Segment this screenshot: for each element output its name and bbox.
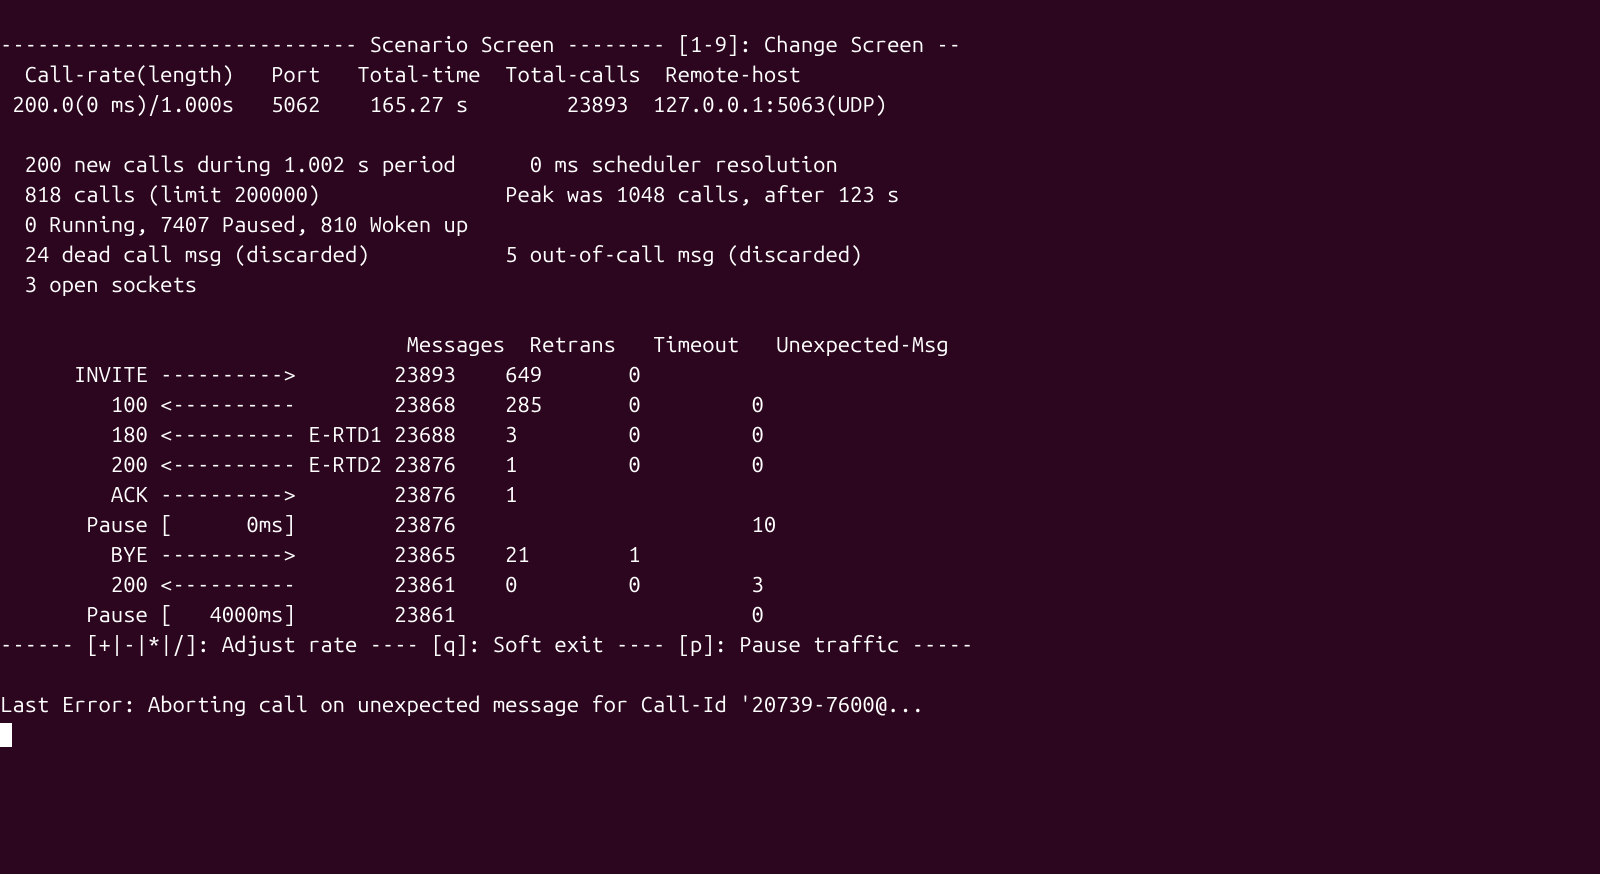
col-total-calls: Total-calls [505,62,641,87]
stat-new-calls: 200 new calls during 1.002 s period [25,152,456,177]
table-final-pause: Pause [ 4000ms] 23861 0 [0,602,764,627]
stat-peak: Peak was 1048 calls, after 123 s [505,182,899,207]
hdr-unexpected: Unexpected-Msg [776,332,948,357]
stat-dead-call: 24 dead call msg (discarded) [25,242,370,267]
stat-scheduler: 0 ms scheduler resolution [530,152,838,177]
col-total-time: Total-time [357,62,480,87]
hdr-retrans: Retrans [530,332,616,357]
hdr-timeout: Timeout [653,332,739,357]
stat-sockets: 3 open sockets [25,272,197,297]
footer-controls: ------ [+|-|*|/]: Adjust rate ---- [q]: … [0,632,973,657]
terminal-output: ----------------------------- Scenario S… [0,0,1600,750]
stat-calls-limit: 818 calls (limit 200000) [25,182,321,207]
col-port: Port [271,62,320,87]
last-error: Last Error: Aborting call on unexpected … [0,692,924,717]
val-port: 5062 [271,92,320,117]
col-call-rate: Call-rate(length) [25,62,234,87]
stat-out-of-call: 5 out-of-call msg (discarded) [505,242,862,267]
hdr-messages: Messages [407,332,506,357]
val-total-calls: 23893 [567,92,629,117]
val-call-rate: 200.0(0 ms)/1.000s [12,92,234,117]
val-remote-host: 127.0.0.1:5063(UDP) [653,92,887,117]
cursor-block [0,723,12,747]
val-total-time: 165.27 s [370,92,469,117]
header-line: ----------------------------- Scenario S… [0,32,961,57]
stat-running: 0 Running, 7407 Paused, 810 Woken up [25,212,469,237]
col-remote-host: Remote-host [665,62,801,87]
